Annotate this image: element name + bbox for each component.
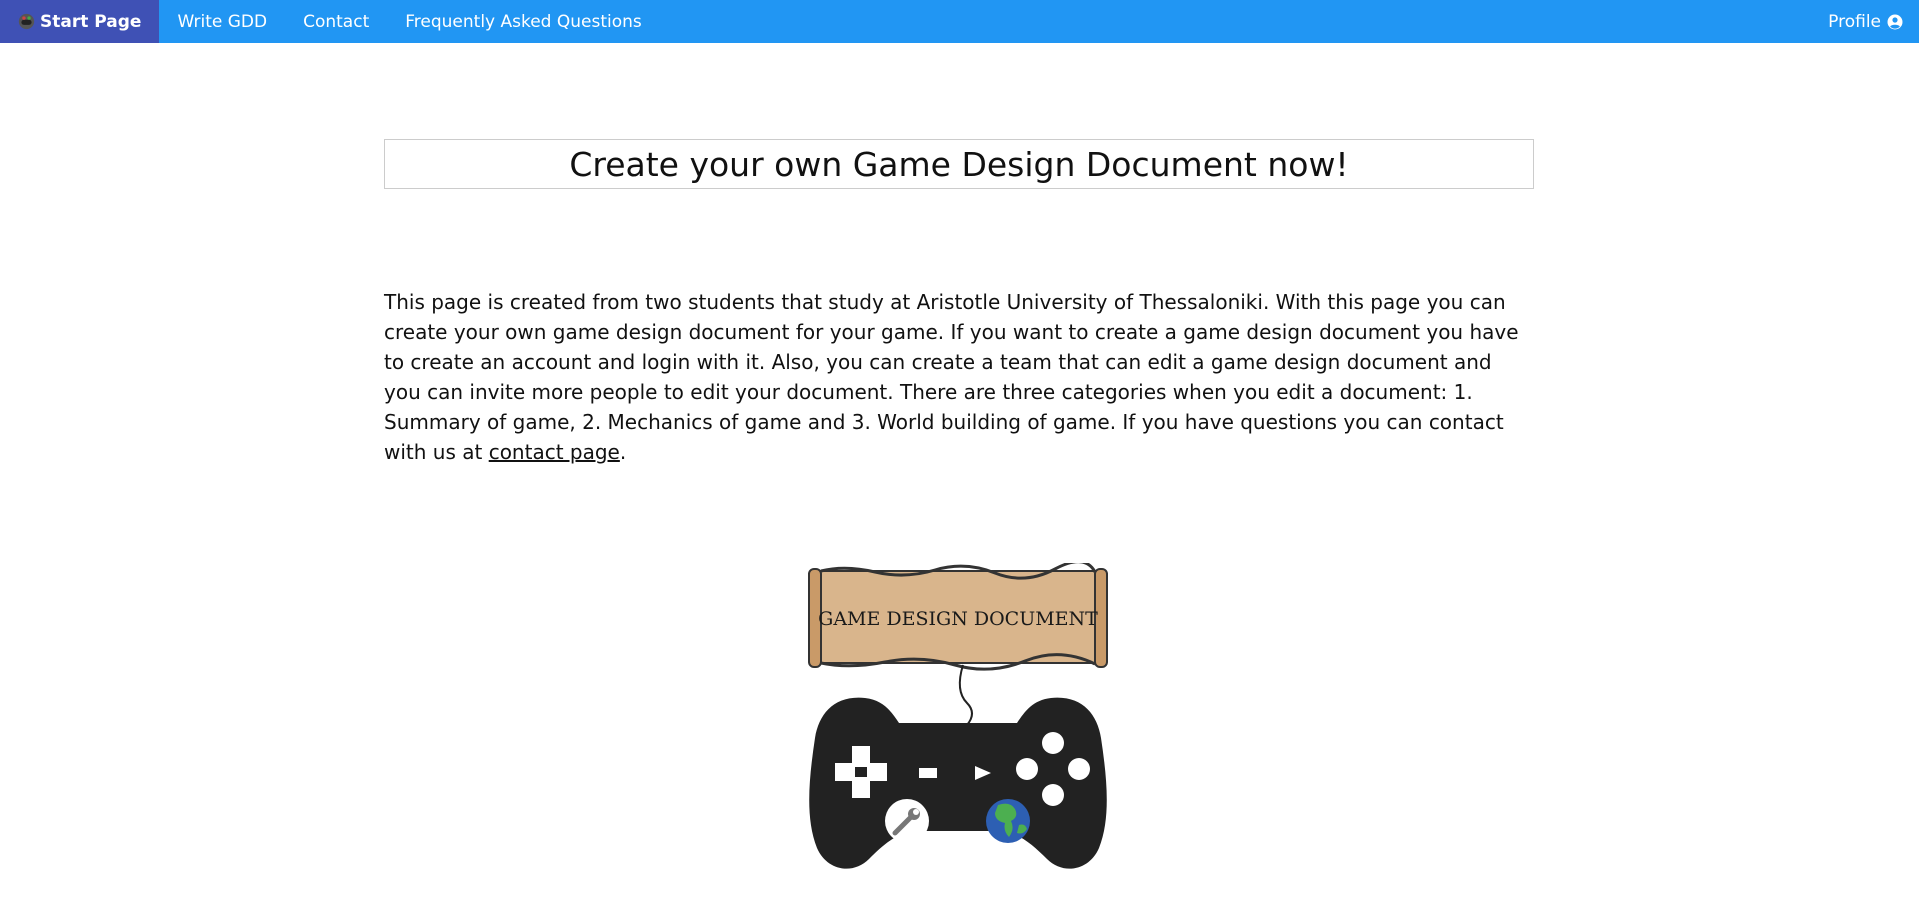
intro-text: This page is created from two students t… (384, 290, 1519, 464)
intro-suffix: . (619, 440, 627, 464)
nav-start-page[interactable]: Start Page (0, 0, 160, 43)
user-circle-icon (1887, 14, 1903, 29)
globe-icon (986, 799, 1030, 843)
nav-write-gdd[interactable]: Write GDD (159, 0, 285, 43)
nav-contact[interactable]: Contact (285, 0, 387, 43)
controller-logo-icon (18, 13, 35, 30)
intro-paragraph: This page is created from two students t… (384, 287, 1534, 467)
nav-start-page-label: Start Page (40, 11, 142, 32)
page-headline: Create your own Game Design Document now… (384, 139, 1534, 189)
contact-page-link[interactable]: contact page (489, 440, 620, 464)
top-navbar: Start Page Write GDD Contact Frequently … (0, 0, 1919, 43)
scroll-banner-text: GAME DESIGN DOCUMENT (818, 608, 1098, 630)
nav-profile[interactable]: Profile (1810, 0, 1919, 43)
nav-write-gdd-label: Write GDD (177, 11, 268, 32)
nav-contact-label: Contact (303, 11, 370, 32)
wrench-icon (885, 799, 929, 843)
game-design-document-image: GAME DESIGN DOCUMENT (808, 563, 1108, 869)
page-headline-text: Create your own Game Design Document now… (569, 144, 1349, 184)
gamepad-icon (809, 697, 1107, 869)
nav-faq-label: Frequently Asked Questions (405, 11, 642, 32)
scroll-banner-icon: GAME DESIGN DOCUMENT (808, 563, 1108, 671)
nav-faq[interactable]: Frequently Asked Questions (387, 0, 660, 43)
nav-profile-label: Profile (1828, 11, 1881, 32)
